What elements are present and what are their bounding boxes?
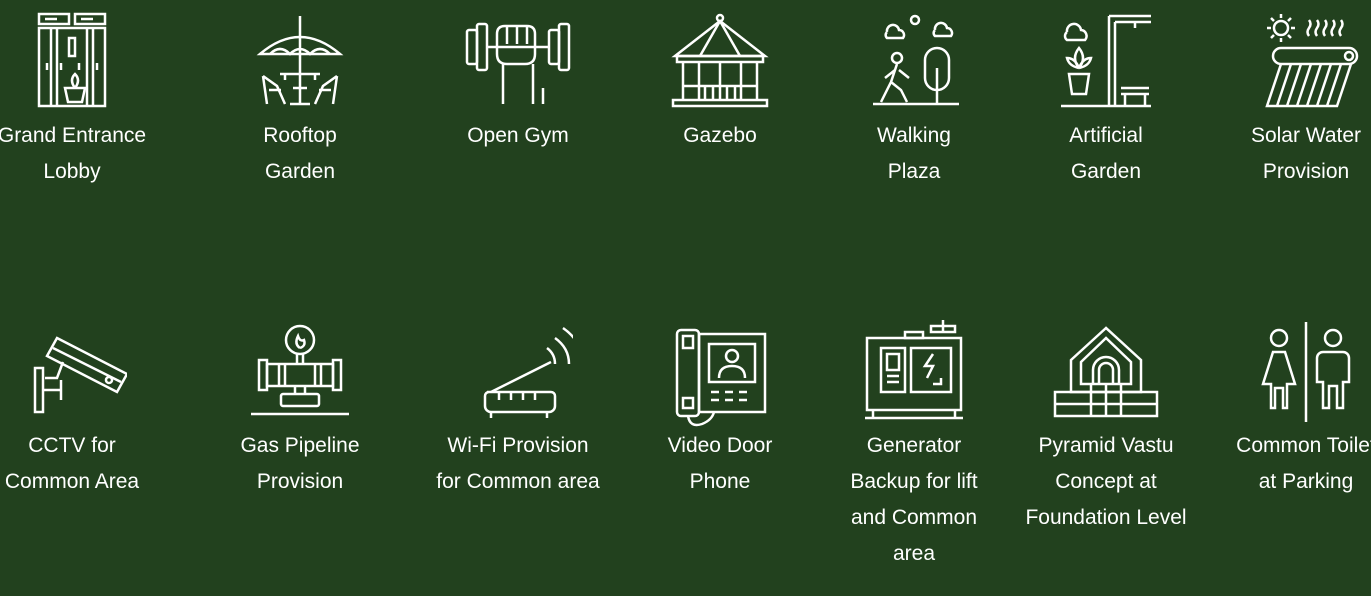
amenity-label-line: Walking (877, 124, 951, 147)
cctv-icon (17, 318, 127, 428)
amenity-label-line: at Parking (1258, 470, 1354, 493)
walking-plaza-icon (859, 8, 969, 118)
amenity-label-line: area (892, 542, 936, 565)
amenity-label-line: Open Gym (467, 124, 569, 147)
amenity-label-line: Grand Entrance (0, 124, 147, 147)
amenity-label-line: Solar Water (1250, 124, 1362, 147)
amenity-label-line: Provision (256, 470, 344, 493)
gas-pipeline-icon (245, 318, 355, 428)
amenity-label-line: Garden (264, 160, 336, 183)
amenity-artificial-garden: Artificial Garden (1006, 8, 1206, 190)
amenity-video-door-phone: Video Door Phone (620, 318, 820, 500)
amenity-label-line: Video Door (667, 434, 773, 457)
pyramid-vastu-icon (1051, 318, 1161, 428)
amenity-label-line: Foundation Level (1025, 506, 1187, 529)
toilet-icon (1251, 318, 1361, 428)
wifi-router-icon (463, 318, 573, 428)
amenity-label-line: Garden (1070, 160, 1142, 183)
amenity-cctv: CCTV for Common Area (0, 318, 172, 500)
lobby-icon (17, 8, 127, 118)
amenity-label-line: Provision (1262, 160, 1350, 183)
amenity-label-line: CCTV for (28, 434, 116, 457)
amenity-label-line: Common Area (4, 470, 140, 493)
amenity-label-line: Gas Pipeline (240, 434, 360, 457)
artificial-garden-icon (1051, 8, 1161, 118)
amenity-label-line: Plaza (887, 160, 941, 183)
gazebo-icon (665, 8, 775, 118)
amenity-pyramid-vastu: Pyramid Vastu Concept at Foundation Leve… (1006, 318, 1206, 536)
amenity-grand-entrance-lobby: Grand Entrance Lobby (0, 8, 172, 190)
amenity-rooftop-garden: Rooftop Garden (200, 8, 400, 190)
amenity-label-line: Gazebo (683, 124, 757, 147)
video-door-phone-icon (665, 318, 775, 428)
amenity-walking-plaza: Walking Plaza (814, 8, 1014, 190)
amenity-wifi-provision: Wi-Fi Provision for Common area (418, 318, 618, 500)
amenity-label-line: Concept at (1055, 470, 1157, 493)
amenity-gas-pipeline: Gas Pipeline Provision (200, 318, 400, 500)
amenity-label-line: Lobby (43, 160, 101, 183)
amenity-solar-water-provision: Solar Water Provision (1206, 8, 1371, 190)
rooftop-garden-icon (245, 8, 355, 118)
amenity-label-line: Backup for lift (850, 470, 978, 493)
amenity-label-line: Artificial (1069, 124, 1143, 147)
amenity-label-line: Pyramid Vastu (1038, 434, 1174, 457)
amenity-generator-backup: Generator Backup for lift and Common are… (814, 318, 1014, 572)
amenity-label-line: Wi-Fi Provision (447, 434, 589, 457)
amenity-label-line: for Common area (436, 470, 600, 493)
solar-water-icon (1251, 8, 1361, 118)
gym-icon (463, 8, 573, 118)
amenity-label-line: Phone (689, 470, 751, 493)
amenity-label-line: Rooftop (263, 124, 337, 147)
amenity-open-gym: Open Gym (418, 8, 618, 154)
generator-icon (859, 318, 969, 428)
amenity-gazebo: Gazebo (620, 8, 820, 154)
amenity-common-toilet: Common Toilet at Parking (1206, 318, 1371, 500)
amenity-label-line: Generator (866, 434, 962, 457)
amenity-label-line: and Common (850, 506, 978, 529)
amenity-label-line: Common Toilet (1236, 434, 1371, 457)
